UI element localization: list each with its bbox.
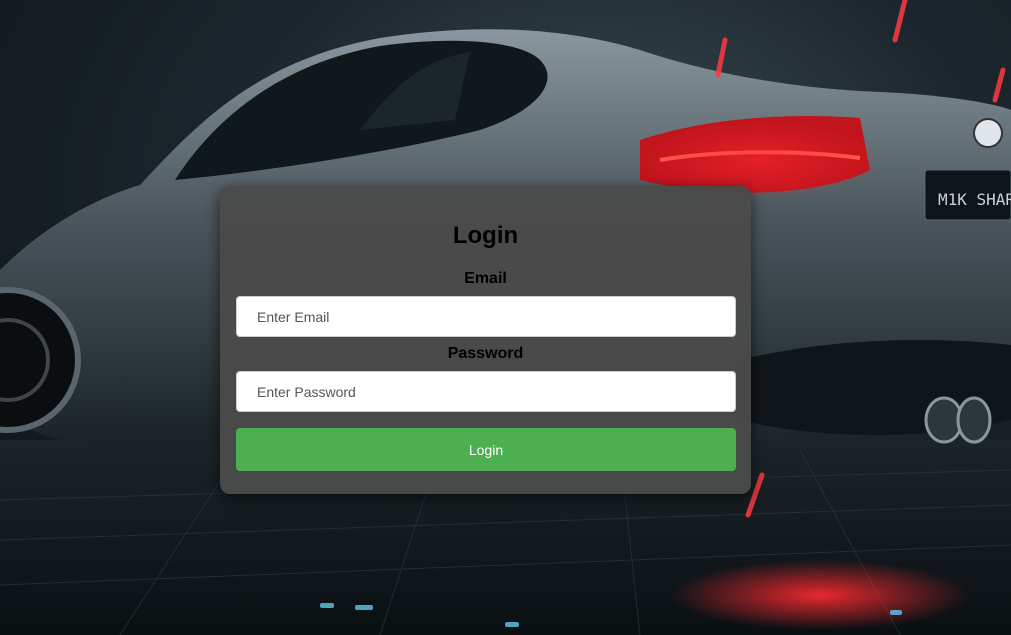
- login-button[interactable]: Login: [236, 428, 736, 471]
- license-plate-text: M1K SHARO: [938, 190, 1011, 209]
- password-input[interactable]: [236, 371, 736, 412]
- login-form: Login Email Password Login: [220, 186, 751, 494]
- email-input[interactable]: [236, 296, 736, 337]
- login-title: Login: [452, 222, 519, 249]
- email-label: Email: [464, 270, 507, 287]
- brand-logo: [973, 118, 1003, 148]
- password-label: Password: [447, 345, 524, 362]
